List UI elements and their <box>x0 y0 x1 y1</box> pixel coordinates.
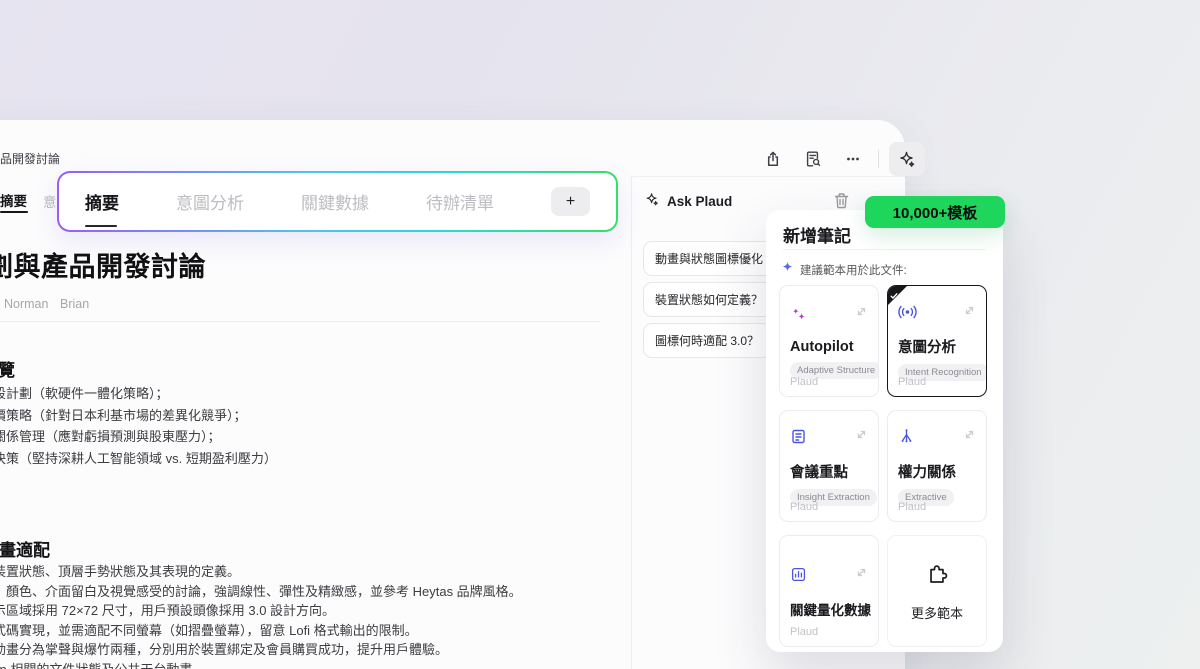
document-search-button[interactable] <box>798 144 828 174</box>
bar-chart-icon <box>790 566 807 586</box>
card-footer: Plaud <box>898 376 926 388</box>
suggestion-chip-icon-adapt[interactable]: 圖標何時適配 3.0？ <box>643 323 771 358</box>
document-search-icon <box>804 150 822 168</box>
body-line: 關係管理（應對虧損預測與股東壓力）； <box>0 426 277 448</box>
magenta-sparkles-icon <box>790 305 808 326</box>
body-line: tin 相關的文件狀態及公共天台動畫。 <box>0 660 522 669</box>
body-line: 決策（堅持深耕人工智能領域 vs. 短期盈利壓力） <box>0 448 277 470</box>
card-title: Autopilot <box>790 339 868 355</box>
ask-sparkle-icon <box>644 191 660 212</box>
card-title: 關鍵量化數據 <box>790 599 868 619</box>
body-line: 示區域採用 72×72 尺寸，用戶預設頭像採用 3.0 設計方向。 <box>0 601 522 621</box>
body-line: 價策略（針對日本利基市場的差異化競爭）； <box>0 405 277 427</box>
suggestion-row: 建議範本用於此文件: <box>781 261 907 279</box>
more-templates-card[interactable]: 更多範本 <box>887 535 987 647</box>
expand-icon[interactable] <box>855 566 868 582</box>
template-card-intent-analysis[interactable]: 意圖分析 Intent Recognition Plaud <box>887 285 987 397</box>
templates-badge: 10,000+模板 <box>865 196 1005 228</box>
panel-horizontal-divider <box>631 176 905 177</box>
puzzle-icon <box>924 562 950 591</box>
note-icon <box>790 428 807 448</box>
check-icon <box>890 288 898 303</box>
body-line: 、顏色、介面留白及視覺感受的討論，強調線性、彈性及精緻感，並參考 Heytas … <box>0 582 522 602</box>
section-overview-body: 段計劃（軟硬件一體化策略）； 價策略（針對日本利基市場的差異化競爭）； 關係管理… <box>0 383 277 469</box>
template-card-power-relations[interactable]: 權力關係 Extractive Plaud <box>887 410 987 522</box>
more-templates-label: 更多範本 <box>911 603 963 622</box>
body-line: 段計劃（軟硬件一體化策略）； <box>0 383 277 405</box>
expand-icon[interactable] <box>855 428 868 444</box>
section-overview-heading: 覽 <box>0 356 15 381</box>
template-card-meeting-highlights[interactable]: 會議重點 Insight Extraction Plaud <box>779 410 879 522</box>
expand-icon[interactable] <box>963 428 976 444</box>
new-note-panel: 新增筆記 建議範本用於此文件: <box>766 210 1003 652</box>
toolbar-divider <box>878 150 879 168</box>
card-title: 權力關係 <box>898 461 976 482</box>
toolbar <box>758 140 925 178</box>
section-animation-body: 裝置狀態、頂層手勢狀態及其表現的定義。 、顏色、介面留白及視覺感受的討論，強調線… <box>0 562 522 669</box>
author-brian: Brian <box>60 297 89 311</box>
body-line: 式碼實現，並需適配不同螢幕（如摺疊螢幕），留意 Lofi 格式輸出的限制。 <box>0 621 522 641</box>
sparkle-icon <box>897 149 917 169</box>
expand-icon[interactable] <box>963 304 976 320</box>
body-line: 動畫分為掌聲與爆竹兩種，分別用於裝置綁定及會員購買成功，提升用戶體驗。 <box>0 640 522 660</box>
share-button[interactable] <box>758 144 788 174</box>
suggestion-chip-animation[interactable]: 動畫與狀態圖標優化 <box>643 241 775 276</box>
tab-intent-analysis[interactable]: 意圖分析 <box>176 189 244 214</box>
document-title: 劃與產品開發討論 <box>0 245 206 284</box>
card-title: 意圖分析 <box>898 336 976 357</box>
suggestion-chip-device-state[interactable]: 裝置狀態如何定義？ <box>643 282 775 317</box>
share-icon <box>764 150 782 168</box>
tab-key-data[interactable]: 關鍵數據 <box>301 189 369 214</box>
broadcast-icon <box>898 304 917 323</box>
template-card-key-metrics[interactable]: 關鍵量化數據 Plaud <box>779 535 879 647</box>
body-line: 裝置狀態、頂層手勢狀態及其表現的定義。 <box>0 562 522 582</box>
expand-icon[interactable] <box>855 305 868 321</box>
template-cards-grid: Autopilot Adaptive Structure Plaud <box>779 285 990 647</box>
add-tab-button[interactable]: + <box>551 187 590 216</box>
author-norman: Norman <box>4 297 48 311</box>
card-title: 會議重點 <box>790 461 868 482</box>
ai-assistant-button[interactable] <box>889 142 925 176</box>
suggestion-label: 建議範本用於此文件: <box>800 262 907 278</box>
panel-vertical-divider <box>631 176 632 669</box>
branch-icon <box>898 428 915 448</box>
tab-summary[interactable]: 摘要 <box>85 189 119 214</box>
template-card-autopilot[interactable]: Autopilot Adaptive Structure Plaud <box>779 285 879 397</box>
tab-bar-callout: 摘要 意圖分析 關鍵數據 待辦清單 + <box>57 171 618 232</box>
ask-plaud-header: Ask Plaud <box>644 191 732 212</box>
new-note-title: 新增筆記 <box>783 222 851 247</box>
card-footer: Plaud <box>790 376 818 388</box>
section-animation-heading: 畫適配 <box>0 536 50 561</box>
popup-divider <box>783 249 986 250</box>
active-tab-underline <box>0 211 28 213</box>
card-footer: Plaud <box>790 501 818 513</box>
window-title: 品開發討論 <box>0 150 60 167</box>
card-footer: Plaud <box>790 626 818 638</box>
more-button[interactable] <box>838 144 868 174</box>
blue-sparkle-icon <box>781 261 794 279</box>
tab-summary-small[interactable]: 摘要 <box>0 190 27 210</box>
document-divider <box>0 321 600 322</box>
more-ellipsis-icon <box>844 150 862 168</box>
ask-plaud-label: Ask Plaud <box>667 194 732 209</box>
card-footer: Plaud <box>898 501 926 513</box>
tab-todo-list[interactable]: 待辦清單 <box>426 189 494 214</box>
